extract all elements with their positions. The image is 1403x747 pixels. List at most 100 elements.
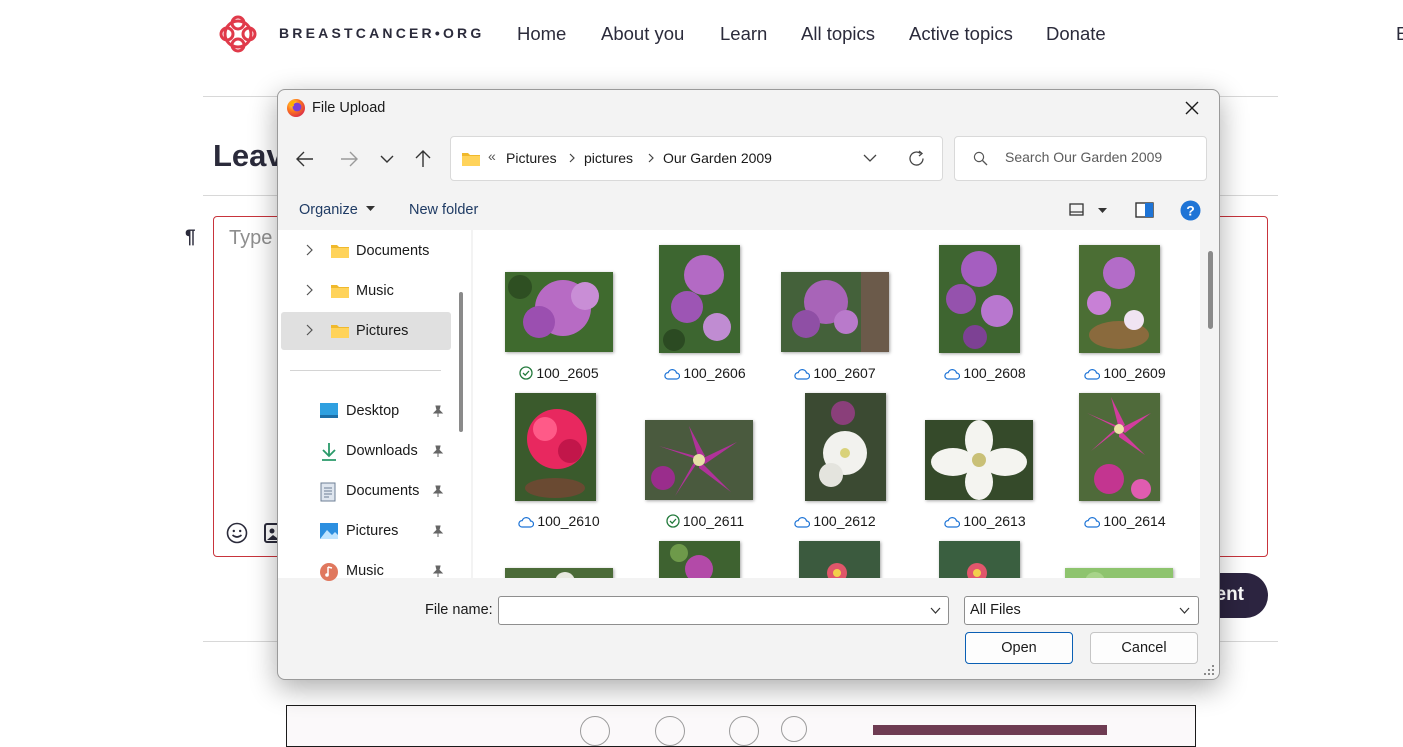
close-icon[interactable]	[1178, 96, 1206, 120]
emoji-icon[interactable]	[226, 522, 248, 544]
image-thumbnail[interactable]	[939, 541, 1020, 578]
help-icon[interactable]: ?	[1180, 200, 1201, 221]
expand-chevron-icon[interactable]	[305, 324, 313, 336]
pin-icon[interactable]	[432, 525, 444, 537]
file-item[interactable]: 100_2609	[1060, 232, 1190, 382]
image-thumbnail[interactable]	[659, 541, 740, 578]
address-bar[interactable]: « Pictures pictures Our Garden 2009	[450, 136, 943, 181]
sidebar-scrollbar[interactable]	[459, 292, 463, 432]
file-item[interactable]: 100_2611	[640, 380, 770, 530]
chevron-down-icon[interactable]	[930, 607, 941, 614]
folder-icon	[462, 153, 480, 166]
folder-icon	[331, 245, 349, 258]
new-folder-button[interactable]: New folder	[409, 202, 478, 218]
quick-access-desktop[interactable]: Desktop	[281, 392, 451, 430]
expand-chevron-icon[interactable]	[305, 284, 313, 296]
file-type-select[interactable]: All Files	[964, 596, 1199, 625]
file-name-label: File name:	[425, 602, 493, 618]
quick-access-documents[interactable]: Documents	[281, 472, 451, 510]
firefox-icon	[287, 99, 305, 117]
folder-icon	[331, 325, 349, 338]
file-name: 100_2610	[494, 513, 624, 529]
file-name: 100_2614	[1060, 513, 1190, 529]
banner-illustration	[781, 716, 807, 742]
expand-chevron-icon[interactable]	[305, 244, 313, 256]
image-thumbnail	[781, 272, 889, 352]
file-item[interactable]: 100_2606	[640, 232, 770, 382]
file-item[interactable]: 100_2612	[770, 380, 900, 530]
image-thumbnail	[1079, 245, 1160, 353]
file-item[interactable]: 100_2614	[1060, 380, 1190, 530]
nav-about-you[interactable]: About you	[601, 23, 684, 45]
nav-learn[interactable]: Learn	[720, 23, 767, 45]
navigation-pane[interactable]: Documents Music Pictures Desktop Downloa…	[278, 230, 471, 581]
quick-access-pictures[interactable]: Pictures	[281, 512, 451, 550]
pin-icon[interactable]	[432, 405, 444, 417]
breadcrumb-item[interactable]: Pictures	[506, 150, 557, 166]
chevron-right-icon[interactable]	[568, 153, 576, 163]
nav-edge-fragment[interactable]: E	[1396, 23, 1403, 45]
tree-item-pictures[interactable]: Pictures	[281, 312, 451, 350]
image-thumbnail[interactable]	[1065, 568, 1173, 578]
refresh-icon[interactable]	[907, 149, 926, 168]
back-arrow-icon[interactable]	[293, 148, 317, 170]
file-name-input[interactable]	[505, 601, 919, 619]
tree-item-label: Pictures	[356, 323, 409, 339]
preview-pane-icon[interactable]	[1135, 202, 1154, 218]
file-type-value: All Files	[970, 602, 1021, 618]
file-name-field[interactable]	[498, 596, 949, 625]
document-icon	[320, 482, 336, 502]
synced-check-icon	[519, 366, 533, 380]
search-input[interactable]	[1003, 148, 1197, 166]
paragraph-format-icon[interactable]: ¶	[185, 227, 196, 249]
image-thumbnail[interactable]	[799, 541, 880, 578]
sidebar-divider	[290, 370, 441, 371]
nav-donate[interactable]: Donate	[1046, 23, 1106, 45]
file-name-text: 100_2614	[1103, 513, 1166, 529]
forward-arrow-icon[interactable]	[337, 148, 361, 170]
nav-home[interactable]: Home	[517, 23, 566, 45]
nav-active-topics[interactable]: Active topics	[909, 23, 1013, 45]
tree-item-music[interactable]: Music	[281, 272, 451, 310]
promo-banner[interactable]	[286, 705, 1196, 747]
up-arrow-icon[interactable]	[411, 148, 435, 170]
cloud-icon	[518, 517, 535, 528]
file-item[interactable]: 100_2607	[770, 232, 900, 382]
site-logo-text[interactable]: BREASTCANCER•ORG	[279, 25, 484, 41]
tree-item-label: Music	[356, 283, 394, 299]
nav-all-topics[interactable]: All topics	[801, 23, 875, 45]
breadcrumb-overflow[interactable]: «	[488, 148, 496, 164]
address-history-chevron-icon[interactable]	[863, 153, 877, 163]
breadcrumb-item-current[interactable]: Our Garden 2009	[663, 150, 772, 166]
image-thumbnail	[659, 245, 740, 353]
file-item[interactable]: 100_2605	[494, 232, 624, 382]
recent-locations-chevron-icon[interactable]	[375, 148, 399, 170]
pin-icon[interactable]	[432, 565, 444, 577]
pin-icon[interactable]	[432, 445, 444, 457]
resize-grip-icon[interactable]	[1204, 665, 1214, 675]
banner-button[interactable]	[873, 725, 1107, 735]
pin-icon[interactable]	[432, 485, 444, 497]
search-box[interactable]	[954, 136, 1207, 181]
quick-access-music[interactable]: Music	[281, 552, 451, 590]
view-options-caret-icon[interactable]	[1098, 208, 1107, 214]
organize-menu[interactable]: Organize	[299, 202, 375, 218]
breadcrumb-item[interactable]: pictures	[584, 150, 633, 166]
chevron-down-icon[interactable]	[1179, 607, 1190, 614]
file-item[interactable]: 100_2608	[920, 232, 1050, 382]
breastcancer-logo-icon[interactable]	[218, 14, 258, 54]
file-item[interactable]: 100_2613	[920, 380, 1050, 530]
cancel-button[interactable]: Cancel	[1090, 632, 1198, 664]
file-list-scrollbar[interactable]	[1208, 251, 1213, 329]
tree-item-documents[interactable]: Documents	[281, 232, 451, 270]
file-name-text: 100_2613	[963, 513, 1026, 529]
open-button[interactable]: Open	[965, 632, 1073, 664]
view-layout-icon[interactable]	[1069, 203, 1085, 217]
chevron-right-icon[interactable]	[647, 153, 655, 163]
file-item[interactable]: 100_2610	[494, 380, 624, 530]
file-upload-dialog[interactable]: File Upload « Pictures pictures Our Gard…	[277, 89, 1220, 680]
file-list[interactable]: 100_2605 100_2606 100_2607 100_2608 100_…	[473, 230, 1200, 578]
quick-access-downloads[interactable]: Downloads	[281, 432, 451, 470]
image-thumbnail[interactable]	[505, 568, 613, 578]
image-thumbnail	[925, 420, 1033, 500]
